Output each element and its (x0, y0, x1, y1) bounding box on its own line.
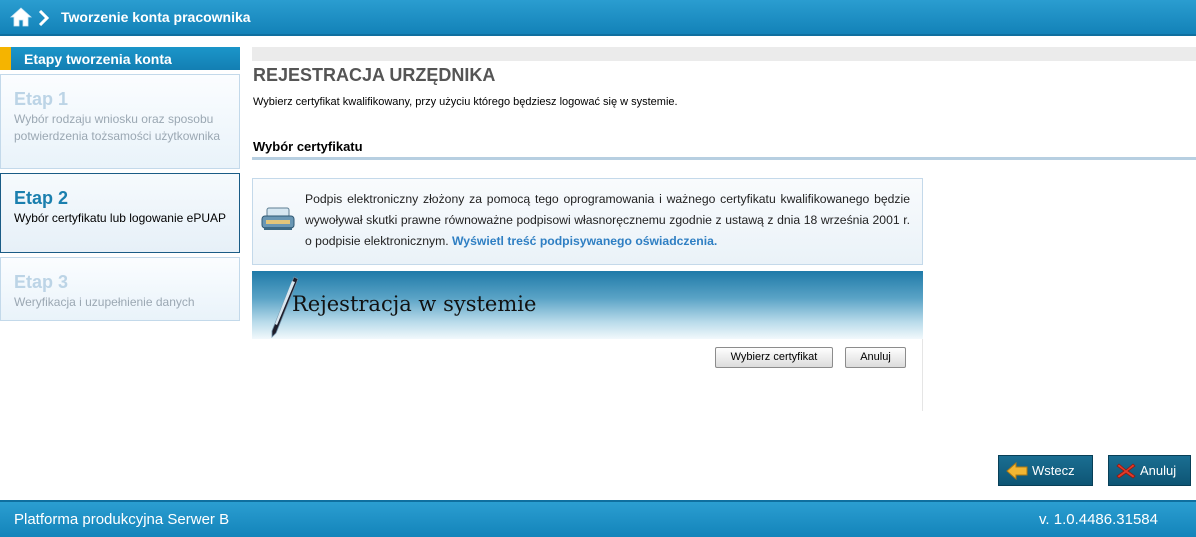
section-title: Wybór certyfikatu (253, 139, 363, 154)
footer-bar: Platforma produkcyjna Serwer B v. 1.0.44… (0, 500, 1196, 537)
sidebar-step-1[interactable]: Etap 1 Wybór rodzaju wniosku oraz sposob… (0, 74, 240, 169)
back-button-label: Wstecz (1032, 463, 1075, 478)
sidebar-title-label: Etapy tworzenia konta (24, 51, 172, 67)
top-bar: Tworzenie konta pracownika (0, 0, 1196, 36)
chevron-right-icon (38, 10, 49, 26)
registration-banner: Rejestracja w systemie (252, 271, 923, 339)
content-top-strip (252, 47, 1196, 61)
cancel-button[interactable]: Anuluj (1108, 455, 1191, 486)
step-description: Wybór rodzaju wniosku oraz sposobu potwi… (14, 112, 221, 143)
sidebar-step-2[interactable]: Etap 2 Wybór certyfikatu lub logowanie e… (0, 173, 240, 253)
registration-panel: Rejestracja w systemie Wybierz certyfika… (252, 271, 923, 411)
step-description: Weryfikacja i uzupełnienie danych (14, 295, 195, 309)
signature-info-box: Podpis elektroniczny złożony za pomocą t… (252, 178, 923, 265)
cancel-button-label: Anuluj (1140, 463, 1177, 478)
arrow-left-icon (1006, 462, 1028, 480)
signature-info-text: Podpis elektroniczny złożony za pomocą t… (305, 189, 910, 252)
close-icon (1116, 463, 1136, 479)
step-description: Wybór certyfikatu lub logowanie ePUAP (14, 211, 226, 225)
home-icon[interactable] (10, 7, 32, 27)
step-label: Etap 1 (14, 89, 69, 109)
page-title: REJESTRACJA URZĘDNIKA (253, 65, 496, 85)
section-divider (252, 157, 1196, 160)
version-label: v. 1.0.4486.31584 (1039, 511, 1158, 528)
show-declaration-link[interactable]: Wyświetl treść podpisywanego oświadczeni… (452, 234, 717, 248)
page-intro: Wybierz certyfikat kwalifikowany, przy u… (253, 96, 678, 108)
registration-cancel-button[interactable]: Anuluj (845, 347, 906, 368)
sidebar-title: Etapy tworzenia konta (0, 47, 240, 70)
step-label: Etap 3 (14, 272, 69, 292)
select-certificate-button[interactable]: Wybierz certyfikat (715, 347, 833, 368)
printer-icon (261, 207, 295, 230)
sidebar-step-3[interactable]: Etap 3 Weryfikacja i uzupełnienie danych (0, 257, 240, 321)
step-label: Etap 2 (14, 188, 69, 208)
back-button[interactable]: Wstecz (998, 455, 1093, 486)
breadcrumb: Tworzenie konta pracownika (61, 9, 251, 25)
platform-label: Platforma produkcyjna Serwer B (14, 511, 230, 528)
registration-title: Rejestracja w systemie (292, 292, 537, 316)
